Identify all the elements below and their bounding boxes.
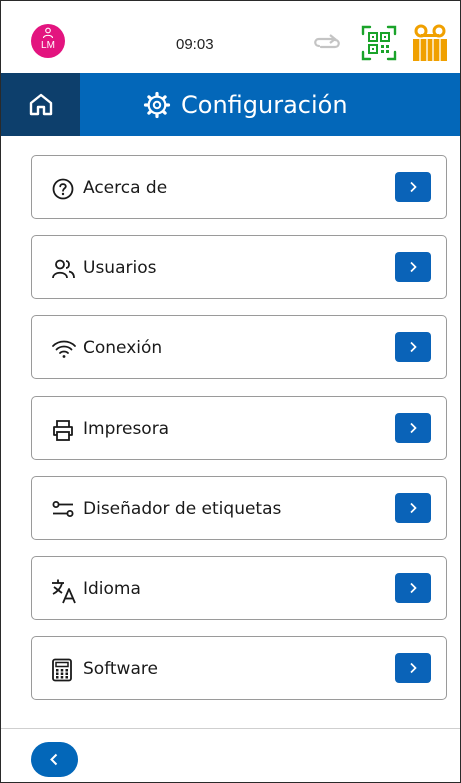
menu-item-label: Usuarios bbox=[83, 258, 157, 278]
header-bar: Configuración bbox=[1, 73, 460, 136]
menu-arrow-button[interactable] bbox=[395, 172, 431, 202]
device-screen: LM 09:03 Configuración Acerca de Usuario… bbox=[0, 0, 461, 783]
calculator-icon bbox=[52, 658, 72, 682]
menu-item-label: Software bbox=[83, 659, 158, 679]
qr-code-icon[interactable] bbox=[361, 25, 397, 61]
chevron-right-icon bbox=[410, 502, 417, 514]
chevron-right-icon bbox=[410, 341, 417, 353]
tape-cassette-icon[interactable] bbox=[412, 24, 448, 62]
menu-item-usuarios[interactable]: Usuarios bbox=[31, 235, 447, 299]
chevron-right-icon bbox=[410, 422, 417, 434]
label-designer-icon bbox=[52, 501, 74, 517]
status-bar: LM 09:03 bbox=[1, 1, 460, 73]
menu-item-disenador-de-etiquetas[interactable]: Diseñador de etiquetas bbox=[31, 476, 447, 540]
user-initials: LM bbox=[41, 40, 55, 51]
menu-arrow-button[interactable] bbox=[395, 493, 431, 523]
menu-item-idioma[interactable]: Idioma bbox=[31, 556, 447, 620]
menu-item-conexion[interactable]: Conexión bbox=[31, 315, 447, 379]
chevron-right-icon bbox=[410, 662, 417, 674]
menu-item-label: Conexión bbox=[83, 338, 163, 358]
help-circle-icon bbox=[52, 178, 74, 200]
menu-arrow-button[interactable] bbox=[395, 252, 431, 282]
menu-item-impresora[interactable]: Impresora bbox=[31, 396, 447, 460]
home-button[interactable] bbox=[1, 73, 80, 136]
chevron-right-icon bbox=[410, 261, 417, 273]
page-title-group: Configuración bbox=[143, 88, 348, 122]
printer-icon bbox=[53, 420, 73, 441]
menu-item-acerca-de[interactable]: Acerca de bbox=[31, 155, 447, 219]
back-button[interactable] bbox=[31, 742, 78, 777]
page-title: Configuración bbox=[181, 91, 348, 119]
menu-item-label: Idioma bbox=[83, 579, 141, 599]
user-avatar[interactable]: LM bbox=[31, 24, 65, 58]
footer-divider bbox=[1, 728, 460, 729]
clock: 09:03 bbox=[176, 36, 214, 53]
users-icon bbox=[52, 259, 75, 279]
chevron-left-icon bbox=[50, 753, 58, 766]
menu-arrow-button[interactable] bbox=[395, 573, 431, 603]
home-icon bbox=[29, 93, 53, 116]
menu-item-label: Impresora bbox=[83, 419, 170, 439]
wifi-icon bbox=[52, 340, 76, 358]
gear-icon bbox=[143, 91, 171, 119]
menu-arrow-button[interactable] bbox=[395, 653, 431, 683]
menu-item-label: Diseñador de etiquetas bbox=[83, 499, 282, 519]
menu-item-software[interactable]: Software bbox=[31, 636, 447, 700]
menu-item-label: Acerca de bbox=[83, 178, 168, 198]
menu-arrow-button[interactable] bbox=[395, 332, 431, 362]
user-icon bbox=[42, 27, 54, 39]
menu-arrow-button[interactable] bbox=[395, 413, 431, 443]
chevron-right-icon bbox=[410, 582, 417, 594]
chevron-right-icon bbox=[410, 181, 417, 193]
translate-icon bbox=[52, 579, 76, 604]
sync-icon bbox=[314, 34, 340, 49]
